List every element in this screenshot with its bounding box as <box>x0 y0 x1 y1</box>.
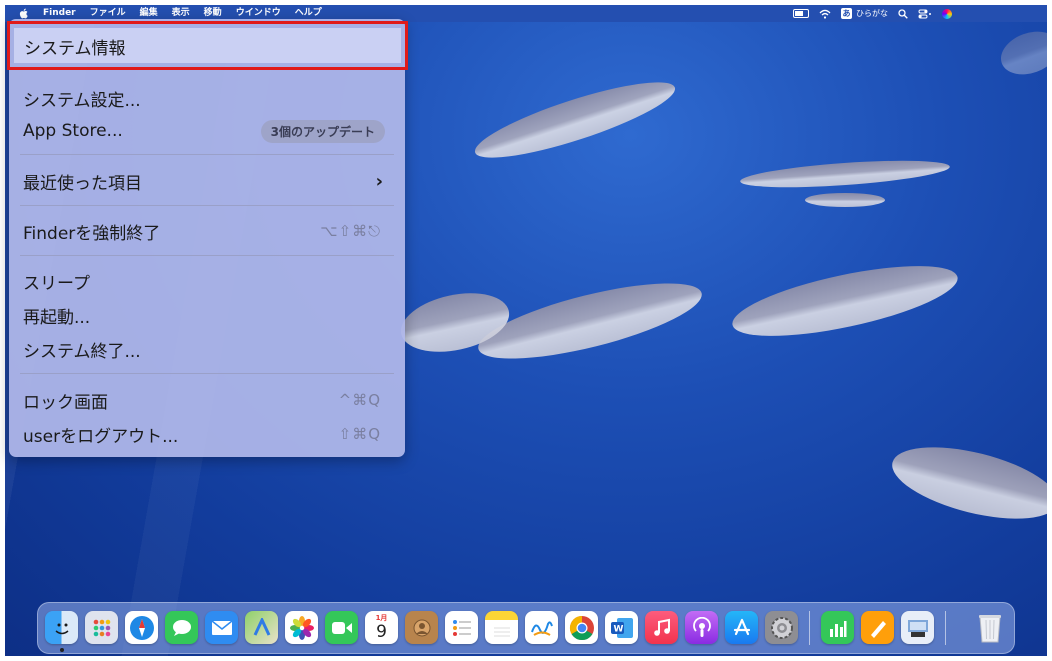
keyboard-shortcut: ⌥⇧⌘⎋ <box>320 222 381 240</box>
numbers-icon[interactable] <box>821 611 854 644</box>
menu-item-label: システム設定... <box>23 90 141 111</box>
launchpad-icon[interactable] <box>85 611 118 644</box>
freeform-icon[interactable] <box>525 611 558 644</box>
menu-item-restart[interactable]: 再起動... <box>9 300 405 330</box>
keyboard-shortcut: ⇧⌘Q <box>338 425 381 443</box>
podcasts-icon[interactable] <box>685 611 718 644</box>
menu-item-label: 再起動... <box>23 307 91 328</box>
ime-label: ひらがな <box>856 9 888 18</box>
menu-separator <box>20 373 394 374</box>
music-icon[interactable] <box>645 611 678 644</box>
menu-item-system-settings[interactable]: システム設定... <box>9 83 405 113</box>
photos-icon[interactable] <box>285 611 318 644</box>
trash-icon[interactable] <box>973 611 1006 644</box>
system-settings-icon[interactable] <box>765 611 798 644</box>
messages-icon[interactable] <box>165 611 198 644</box>
menu-separator <box>20 154 394 155</box>
dock-divider <box>809 611 810 645</box>
menu-item-label: 最近使った項目 <box>23 173 142 194</box>
running-indicator <box>60 648 64 652</box>
menu-item-label: userをログアウト... <box>23 426 179 447</box>
app-store-icon[interactable] <box>725 611 758 644</box>
apple-logo-icon[interactable] <box>19 8 28 19</box>
mail-icon[interactable] <box>205 611 238 644</box>
keyboard-shortcut: ^⌘Q <box>338 391 381 409</box>
notes-icon[interactable] <box>485 611 518 644</box>
menu-separator <box>20 205 394 206</box>
wifi-icon[interactable] <box>819 9 831 19</box>
spotlight-search-icon[interactable] <box>898 8 908 19</box>
menu-item-system-info-label: システム情報 <box>24 39 126 59</box>
ime-hiragana-icon: あ <box>841 8 852 19</box>
chevron-right-icon: › <box>375 170 383 192</box>
facetime-icon[interactable] <box>325 611 358 644</box>
input-method-menu[interactable]: あ ひらがな <box>841 8 888 19</box>
calendar-day-label: 9 <box>376 622 387 642</box>
svg-text:W: W <box>613 624 623 634</box>
menu-separator <box>20 255 394 256</box>
menu-item-recent-items[interactable]: 最近使った項目 › <box>9 166 405 196</box>
menu-item-force-quit[interactable]: Finderを強制終了 ⌥⇧⌘⎋ <box>9 216 405 246</box>
menu-item-label: ロック画面 <box>23 392 108 413</box>
contacts-icon[interactable] <box>405 611 438 644</box>
preview-icon[interactable] <box>901 611 934 644</box>
reminders-icon[interactable] <box>445 611 478 644</box>
battery-icon[interactable] <box>793 9 809 18</box>
wallpaper-dolphin <box>805 193 885 207</box>
control-center-icon[interactable] <box>918 9 932 19</box>
menu-item-shutdown[interactable]: システム終了... <box>9 334 405 364</box>
dock: 1月 9 W <box>37 602 1015 654</box>
calendar-icon[interactable]: 1月 9 <box>365 611 398 644</box>
word-icon[interactable]: W <box>605 611 638 644</box>
siri-icon[interactable] <box>942 8 952 19</box>
menu-item-label: Finderを強制終了 <box>23 223 161 244</box>
chrome-icon[interactable] <box>565 611 598 644</box>
apple-menu: システム設定... App Store... 3個のアップデート 最近使った項目… <box>9 19 405 457</box>
highlighted-menu-item-system-info[interactable]: システム情報 <box>7 21 408 70</box>
menu-item-label: システム終了... <box>23 341 141 362</box>
menu-item-sleep[interactable]: スリープ <box>9 266 405 296</box>
menu-item-label: App Store... <box>23 121 123 141</box>
safari-icon[interactable] <box>125 611 158 644</box>
dock-divider <box>945 611 946 645</box>
update-count-badge: 3個のアップデート <box>260 119 385 143</box>
menu-item-lock-screen[interactable]: ロック画面 ^⌘Q <box>9 385 405 415</box>
menu-item-app-store[interactable]: App Store... 3個のアップデート <box>9 116 405 146</box>
pages-icon[interactable] <box>861 611 894 644</box>
maps-icon[interactable] <box>245 611 278 644</box>
finder-icon[interactable] <box>45 611 78 644</box>
menu-item-label: スリープ <box>23 273 90 294</box>
menu-item-logout[interactable]: userをログアウト... ⇧⌘Q <box>9 419 405 449</box>
